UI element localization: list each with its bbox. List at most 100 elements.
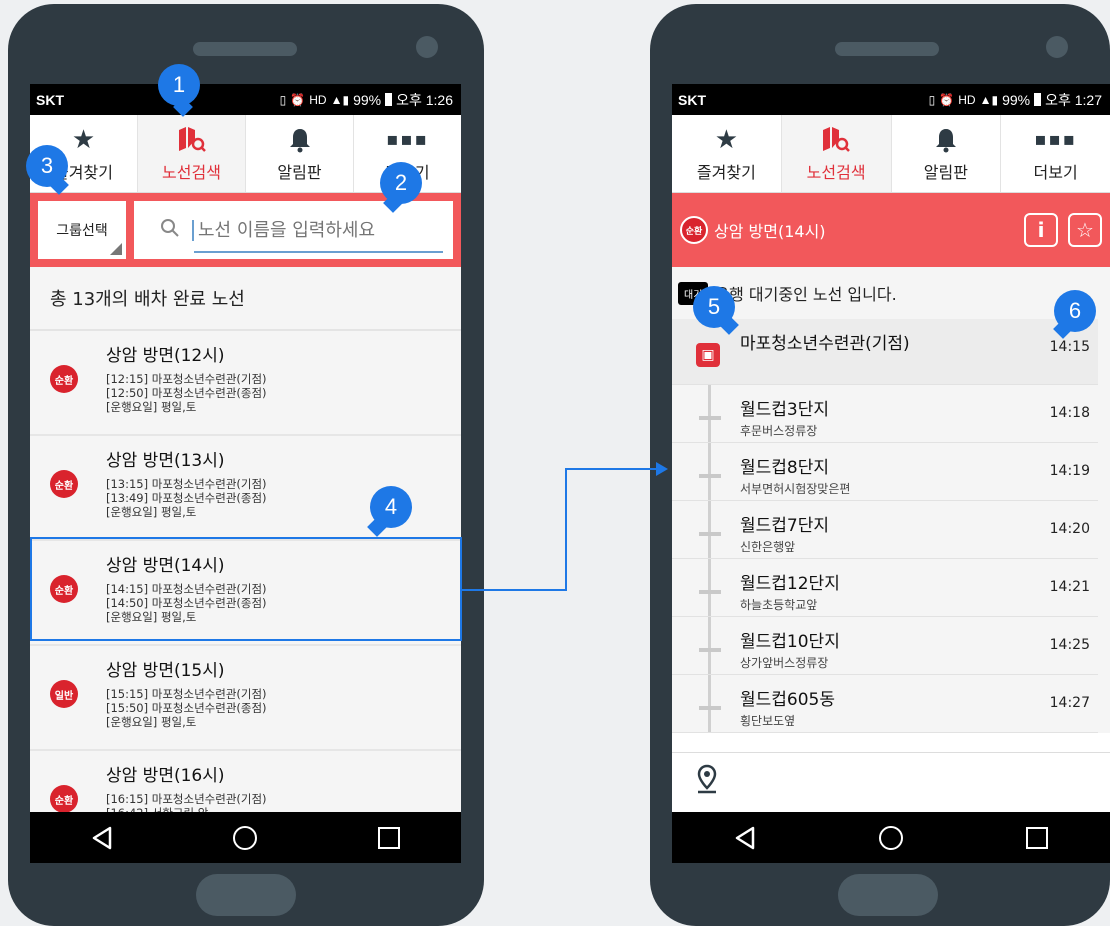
route-start: [15:15] 마포청소년수련관(기점) bbox=[106, 687, 267, 701]
vibrate-icon: ▯ bbox=[928, 92, 936, 107]
dropdown-corner-icon bbox=[110, 243, 122, 255]
search-field[interactable] bbox=[134, 201, 453, 259]
tab-label: 더보기 bbox=[1033, 162, 1078, 182]
tab-route-search[interactable]: 노선검색 bbox=[138, 115, 246, 192]
home-nav-button[interactable] bbox=[225, 818, 265, 858]
android-navbar bbox=[30, 812, 461, 863]
stop-item[interactable]: 월드컵605동 횡단보도옆 14:27 bbox=[672, 675, 1098, 733]
stop-detail: 서부면허시험장맞은편 bbox=[740, 482, 851, 496]
stop-time: 14:19 bbox=[1049, 463, 1090, 479]
timeline-tick bbox=[699, 532, 721, 536]
clock: 오후 1:26 bbox=[396, 91, 453, 108]
home-button[interactable] bbox=[196, 874, 296, 916]
route-status-notice: 대기 운행 대기중인 노선 입니다. bbox=[672, 267, 1110, 319]
carrier-label: SKT bbox=[36, 91, 64, 108]
recents-button[interactable] bbox=[369, 818, 409, 858]
main-tabs: ★ 즐겨찾기 노선검색 알림판 ▪▪▪ 더보기 bbox=[672, 115, 1110, 193]
home-circle-icon bbox=[879, 825, 903, 850]
home-button[interactable] bbox=[838, 874, 938, 916]
stop-item[interactable]: 월드컵8단지 서부면허시험장맞은편 14:19 bbox=[672, 443, 1098, 501]
stop-detail: 횡단보도옆 bbox=[740, 714, 796, 728]
stop-item[interactable]: 월드컵12단지 하늘초등학교앞 14:21 bbox=[672, 559, 1098, 617]
tab-route-search[interactable]: 노선검색 bbox=[781, 115, 892, 192]
connector-line-h2 bbox=[565, 468, 657, 470]
home-circle-icon bbox=[233, 825, 258, 850]
group-select-dropdown[interactable]: 그룹선택 bbox=[38, 201, 126, 259]
tab-more[interactable]: ▪▪▪ 더보기 bbox=[1001, 115, 1110, 192]
carrier-label: SKT bbox=[678, 91, 706, 108]
stop-name: 마포청소년수련관(기점) bbox=[740, 334, 910, 354]
stop-item[interactable]: 월드컵3단지 후문버스정류장 14:18 bbox=[672, 385, 1098, 443]
stop-name: 월드컵12단지 bbox=[740, 574, 840, 594]
route-days: [운행요일] 평일,토 bbox=[106, 715, 197, 729]
more-icon: ▪▪▪ bbox=[386, 129, 429, 150]
more-icon: ▪▪▪ bbox=[1034, 129, 1077, 150]
signal-icon: ▲▮ bbox=[330, 92, 350, 107]
battery-icon bbox=[1034, 93, 1042, 106]
list-item[interactable]: 순환 상암 방면(12시) [12:15] 마포청소년수련관(기점) [12:5… bbox=[30, 331, 461, 436]
alarm-icon: ⏰ bbox=[939, 92, 955, 107]
back-icon bbox=[735, 826, 755, 849]
search-icon bbox=[160, 218, 180, 242]
notice-text: 운행 대기중인 노선 입니다. bbox=[714, 285, 897, 304]
clock: 오후 1:27 bbox=[1045, 91, 1102, 108]
hd-voice-icon: HD bbox=[309, 92, 327, 107]
stop-name: 월드컵10단지 bbox=[740, 632, 840, 652]
list-item[interactable]: 일반 상암 방면(15시) [15:15] 마포청소년수련관(기점) [15:5… bbox=[30, 646, 461, 751]
route-start: [12:15] 마포청소년수련관(기점) bbox=[106, 372, 267, 386]
timeline-tick bbox=[699, 648, 721, 652]
stop-detail: 후문버스정류장 bbox=[740, 424, 818, 438]
connector-line-h1 bbox=[462, 589, 566, 591]
bus-icon: ▣ bbox=[696, 343, 720, 367]
search-input[interactable] bbox=[192, 219, 441, 241]
route-start: [13:15] 마포청소년수련관(기점) bbox=[106, 477, 267, 491]
left-phone-frame: SKT ▯ ⏰ HD ▲▮ 99% 오후 1:26 ★ 즐겨찾기 노선검색 알림… bbox=[8, 4, 484, 926]
tab-favorites[interactable]: ★ 즐겨찾기 bbox=[672, 115, 782, 192]
timeline-tick bbox=[699, 416, 721, 420]
stop-item[interactable]: ▣ 마포청소년수련관(기점) 14:15 bbox=[672, 319, 1098, 385]
info-button[interactable]: i bbox=[1024, 213, 1058, 247]
recents-square-icon bbox=[1026, 826, 1048, 849]
recents-square-icon bbox=[378, 826, 401, 849]
timeline-tick bbox=[699, 706, 721, 710]
tab-notice-board[interactable]: 알림판 bbox=[892, 115, 1002, 192]
timeline-tick bbox=[699, 590, 721, 594]
stop-name: 월드컵3단지 bbox=[740, 400, 830, 420]
bell-icon bbox=[935, 125, 957, 155]
star-icon: ★ bbox=[71, 124, 96, 155]
bell-icon bbox=[289, 125, 311, 155]
input-underline bbox=[194, 251, 443, 253]
stop-item[interactable]: 월드컵7단지 신한은행앞 14:20 bbox=[672, 501, 1098, 559]
favorite-star-button[interactable]: ☆ bbox=[1068, 213, 1102, 247]
route-title: 상암 방면(12시) bbox=[106, 346, 225, 366]
stop-name: 월드컵605동 bbox=[740, 690, 836, 710]
front-camera bbox=[416, 36, 438, 58]
location-pin-icon[interactable] bbox=[694, 764, 720, 801]
battery-percent: 99% bbox=[353, 91, 382, 108]
stop-item[interactable]: 월드컵10단지 상가앞버스정류장 14:25 bbox=[672, 617, 1098, 675]
tab-notice-board[interactable]: 알림판 bbox=[246, 115, 354, 192]
route-end: [12:50] 마포청소년수련관(종점) bbox=[106, 386, 267, 400]
route-detail-title: 상암 방면(14시) bbox=[714, 222, 826, 241]
battery-percent: 99% bbox=[1002, 91, 1031, 108]
speaker-grille bbox=[193, 42, 297, 56]
stop-time: 14:27 bbox=[1049, 695, 1090, 711]
route-end: [15:50] 마포청소년수련관(종점) bbox=[106, 701, 267, 715]
route-type-badge: 순환 bbox=[50, 365, 78, 393]
home-nav-button[interactable] bbox=[871, 818, 911, 858]
tab-label: 알림판 bbox=[923, 162, 968, 182]
timeline-tick bbox=[699, 474, 721, 478]
route-type-badge: 순환 bbox=[50, 470, 78, 498]
star-icon: ★ bbox=[714, 124, 739, 155]
stop-time: 14:25 bbox=[1049, 637, 1090, 653]
back-button[interactable] bbox=[725, 818, 765, 858]
back-button[interactable] bbox=[82, 818, 122, 858]
tab-label: 노선검색 bbox=[162, 162, 221, 182]
signal-icon: ▲▮ bbox=[979, 92, 999, 107]
route-type-badge: 순환 bbox=[50, 785, 78, 813]
stop-name: 월드컵8단지 bbox=[740, 458, 830, 478]
connector-arrow-icon bbox=[656, 462, 668, 476]
recents-button[interactable] bbox=[1017, 818, 1057, 858]
right-screen: SKT ▯ ⏰ HD ▲▮ 99% 오후 1:27 ★ 즐겨찾기 노선검색 알림… bbox=[672, 84, 1110, 863]
stop-time: 14:21 bbox=[1049, 579, 1090, 595]
